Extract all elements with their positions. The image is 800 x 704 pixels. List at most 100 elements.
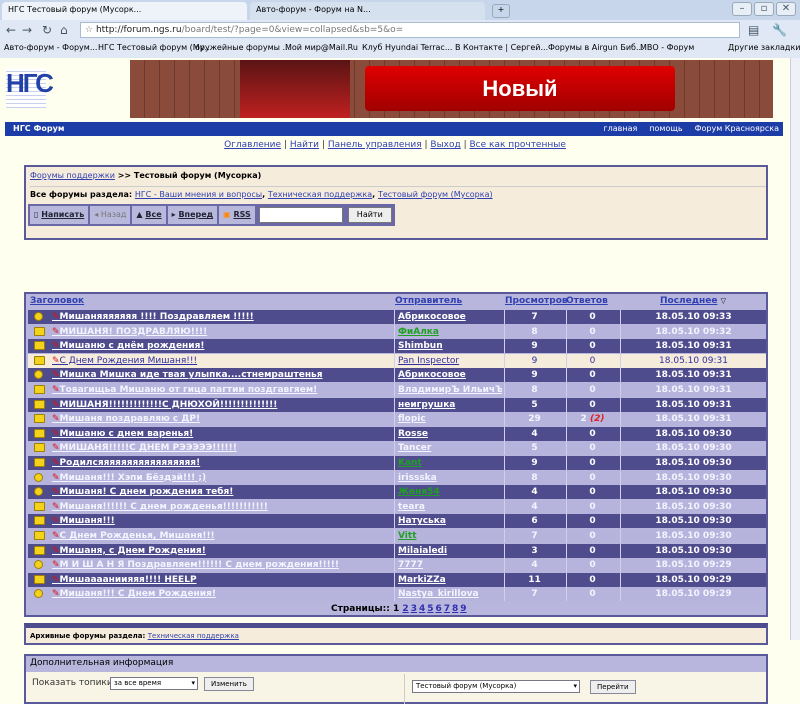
sender-link[interactable]: Натуська <box>394 514 502 529</box>
sender-link[interactable]: Vitt <box>394 529 502 543</box>
link-find[interactable]: Найти <box>290 140 319 150</box>
change-button[interactable]: Изменить <box>204 677 254 691</box>
sender-link[interactable]: Nastya_kirillova <box>394 587 502 602</box>
bookmark[interactable]: Мой мир@Mail.Ru <box>285 43 358 52</box>
page-link[interactable]: 9 <box>460 604 466 614</box>
col-last[interactable]: Последнее <box>660 296 717 306</box>
topic-link[interactable]: ✎М И Ш А Н Я Поздравляем!!!!!! С днем ро… <box>50 558 392 572</box>
search-button[interactable]: Найти <box>347 207 392 223</box>
sender-link[interactable]: Shimbun <box>394 339 502 354</box>
page-link[interactable]: 6 <box>435 604 441 614</box>
sender-link[interactable]: неигрушка <box>394 397 502 412</box>
sender-link[interactable]: Абрикосовое <box>394 310 502 324</box>
sender-link[interactable]: ВладимирЪ ИльичЪ <box>394 383 502 397</box>
breadcrumb-link[interactable]: Форумы поддержки <box>30 171 115 180</box>
topic-link[interactable]: ✎Мишка Мишка иде твая улыпка....стнемраш… <box>50 368 392 382</box>
all-button[interactable]: ▲ Все <box>132 206 166 224</box>
topic-link[interactable]: ✎Мишаняяяяяяя !!!! Поздравляем !!!!! <box>50 310 392 324</box>
sender-link[interactable]: Pan Inspector <box>394 353 502 368</box>
minimize-button[interactable]: – <box>732 2 752 16</box>
page-link[interactable]: 4 <box>419 604 425 614</box>
sender-link[interactable]: Kant <box>394 456 502 470</box>
rss-button[interactable]: ▣ RSS <box>219 206 255 224</box>
forward-icon[interactable]: → <box>22 23 32 37</box>
topic-link[interactable]: ✎Мишаня!!! <box>50 514 392 528</box>
sender-link[interactable]: 7777 <box>394 558 502 573</box>
period-select[interactable]: за все время ▾ <box>110 677 198 690</box>
topic-link[interactable]: ✎Родилсяяяяяяяяяяяяяяяяя! <box>50 456 392 470</box>
archive-link[interactable]: Техническая поддержка <box>148 632 239 640</box>
topic-link[interactable]: ✎С Днем Рождения Мишаня!!! <box>50 354 392 368</box>
home-icon[interactable]: ⌂ <box>60 23 68 37</box>
topic-link[interactable]: ✎Мишаня!!! С Днем Рождения! <box>50 587 392 601</box>
forum-select[interactable]: Тестовый форум (Мусорка) ▾ <box>412 680 580 693</box>
topic-link[interactable]: ✎Мишаня!!!!!! С днем рожденья!!!!!!!!!!! <box>50 500 392 514</box>
sender-link[interactable]: Женя54 <box>394 485 502 500</box>
link-control-panel[interactable]: Панель управления <box>328 140 422 150</box>
bookmark[interactable]: Форумы в Airgun Биб... <box>548 43 644 52</box>
back-icon[interactable]: ← <box>6 23 16 37</box>
sender-link[interactable]: MarkiZZa <box>394 572 502 587</box>
new-tab-button[interactable]: + <box>492 4 510 18</box>
page-link[interactable]: 5 <box>427 604 433 614</box>
sender-link[interactable]: teara <box>394 499 502 514</box>
topic-link[interactable]: ✎Мишаня поздравляю с ДР! <box>50 412 392 426</box>
page-link[interactable]: 7 <box>444 604 450 614</box>
topic-link[interactable]: ✎МИШАНЯ!!!!!!!!!!!!!С ДНЮХОЙ!!!!!!!!!!!!… <box>50 398 392 412</box>
col-sender[interactable]: Отправитель <box>395 296 462 306</box>
link-logout[interactable]: Выход <box>430 140 460 150</box>
sender-link[interactable]: Абрикосовое <box>394 368 502 383</box>
link-mark-all-read[interactable]: Все как прочтенные <box>470 140 566 150</box>
sender-link[interactable]: ФиАлка <box>394 324 502 339</box>
reload-icon[interactable]: ↻ <box>42 23 52 37</box>
page-link[interactable]: 3 <box>411 604 417 614</box>
forum-link[interactable]: Тестовый форум (Мусорка) <box>378 190 493 199</box>
col-title[interactable]: Заголовок <box>30 296 84 306</box>
ad-banner[interactable]: Новый <box>130 60 773 118</box>
forum-link[interactable]: НГС - Ваши мнения и вопросы <box>135 190 262 199</box>
link-help[interactable]: помощь <box>649 124 682 133</box>
bookmark[interactable]: МВО - Форум <box>640 43 694 52</box>
topic-link[interactable]: ✎С Днем Рожденья, Мишаня!!! <box>50 529 392 543</box>
sender-link[interactable]: flopic <box>394 412 502 427</box>
col-views[interactable]: Просмотров <box>505 296 568 306</box>
topic-link[interactable]: ✎Мишаня!!! Хэпи Бёздэй!!! ;) <box>50 471 392 485</box>
page-link[interactable]: 8 <box>452 604 458 614</box>
topic-link[interactable]: ✎Мишаня! С днем рождения тебя! <box>50 485 392 499</box>
search-input[interactable] <box>258 207 343 223</box>
topic-link[interactable]: ✎Товагищьа Мишаню от гица пагтии поздгав… <box>50 383 392 397</box>
forward-button[interactable]: ▸ Вперед <box>167 206 218 224</box>
col-replies[interactable]: Ответов <box>566 296 608 306</box>
back-button[interactable]: ◂ Назад <box>90 206 131 224</box>
link-contents[interactable]: Оглавление <box>224 140 281 150</box>
go-button[interactable]: Перейти <box>590 680 636 694</box>
topic-link[interactable]: ✎Мишаню с днем варенья! <box>50 427 392 441</box>
topic-link[interactable]: ✎Мишааааниияяя!!!! HEELP <box>50 573 392 587</box>
bookmark[interactable]: Авто-форум - Форум... <box>4 43 97 52</box>
topic-link[interactable]: ✎МИШАНЯ! ПОЗДРАВЛЯЮ!!!! <box>50 325 392 339</box>
sender-link[interactable]: irissska <box>394 470 502 485</box>
link-main[interactable]: главная <box>603 124 637 133</box>
sender-link[interactable]: Milaialedi <box>394 543 502 558</box>
scrollbar[interactable] <box>790 58 800 640</box>
forum-link[interactable]: Техническая поддержка <box>268 190 372 199</box>
link-krasnoyarsk[interactable]: Форум Красноярска <box>695 124 779 133</box>
ngs-logo[interactable]: НГС <box>6 68 54 108</box>
wrench-icon[interactable]: 🔧 <box>772 23 787 37</box>
bookmark[interactable]: оружейные форумы ... <box>195 43 290 52</box>
sender-link[interactable]: Tancer <box>394 441 502 456</box>
bookmark-other[interactable]: Другие закладки <box>728 43 800 52</box>
tab-auto-forum[interactable]: Авто-форум - Форум на N... <box>250 2 485 20</box>
topic-link[interactable]: ✎Мишаню с днём рождения! <box>50 339 392 353</box>
page-menu-icon[interactable]: ▤ <box>748 23 759 37</box>
bookmark[interactable]: Клуб Hyundai Terrac... <box>362 43 452 52</box>
topic-link[interactable]: ✎МИШАНЯ!!!!!С ДНЕМ РЭЭЭЭЭ!!!!!! <box>50 441 392 455</box>
sender-link[interactable]: Rosse <box>394 426 502 441</box>
page-link[interactable]: 2 <box>402 604 408 614</box>
tab-test-forum[interactable]: НГС Тестовый форум (Мусорк... <box>2 2 247 20</box>
address-bar[interactable]: ☆ http://forum.ngs.ru/board/test/?page=0… <box>80 22 740 38</box>
star-icon[interactable]: ☆ <box>85 25 96 35</box>
close-button[interactable]: ✕ <box>776 2 796 16</box>
maximize-button[interactable]: ▫ <box>754 2 774 16</box>
topic-link[interactable]: ✎Мишаня, с Днем Рождения! <box>50 544 392 558</box>
